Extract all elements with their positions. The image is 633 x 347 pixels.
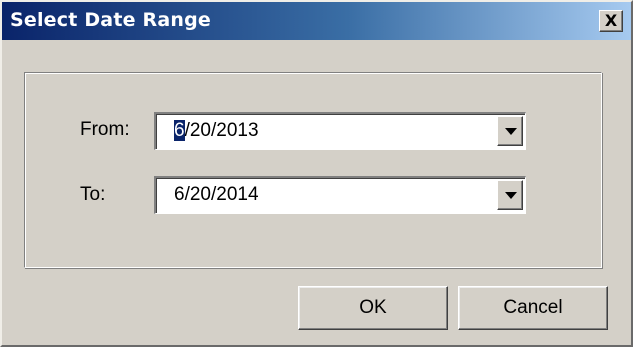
select-date-range-dialog: Select Date Range X From: 6/20/2013 To: … (0, 0, 633, 347)
from-date-picker[interactable]: 6/20/2013 (154, 112, 526, 150)
chevron-down-icon (505, 128, 517, 135)
ok-button[interactable]: OK (298, 286, 448, 330)
to-label: To: (80, 184, 106, 205)
from-label: From: (80, 119, 130, 140)
dialog-title: Select Date Range (10, 9, 211, 31)
cancel-button[interactable]: Cancel (458, 286, 608, 330)
from-date-value[interactable]: 6/20/2013 (174, 120, 259, 142)
close-icon: X (604, 11, 618, 30)
to-date-picker[interactable]: 6/20/2014 (154, 176, 526, 214)
from-date-rest: /20/2013 (184, 120, 259, 141)
title-bar[interactable]: Select Date Range X (2, 2, 631, 40)
chevron-down-icon (505, 192, 517, 199)
close-button[interactable]: X (599, 10, 623, 32)
to-date-value[interactable]: 6/20/2014 (174, 184, 259, 206)
to-dropdown-button[interactable] (497, 180, 523, 210)
date-range-group (24, 72, 602, 268)
from-date-month-selected: 6 (174, 120, 185, 141)
from-dropdown-button[interactable] (497, 116, 523, 146)
